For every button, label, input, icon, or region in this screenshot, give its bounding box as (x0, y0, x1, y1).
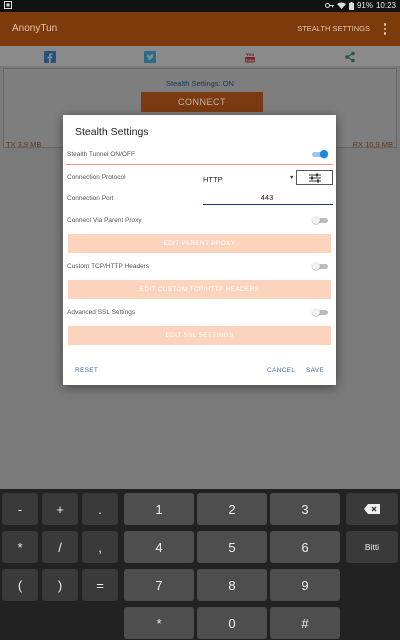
key-slash[interactable]: / (42, 531, 78, 563)
key-close-paren[interactable]: ) (42, 569, 78, 601)
key-star[interactable]: * (124, 607, 194, 639)
dialog-title: Stealth Settings (75, 126, 149, 138)
battery-level: 91% (356, 1, 373, 10)
notification-icon (4, 1, 12, 11)
custom-headers-label: Custom TCP/HTTP Headers (67, 263, 150, 270)
numeric-keypad: - + . 1 2 3 * / , 4 5 6 Bitti ( ) = 7 8 … (0, 489, 400, 640)
stealth-tunnel-label: Stealth Tunnel ON/OFF (67, 151, 135, 158)
key-plus[interactable]: + (42, 493, 78, 525)
svg-text:You: You (246, 52, 254, 57)
key-3[interactable]: 3 (270, 493, 340, 525)
parent-proxy-switch[interactable] (312, 216, 328, 224)
stealth-tunnel-divider (66, 164, 333, 165)
rx-counter: RX 10,9 MB (352, 140, 393, 149)
facebook-icon[interactable] (44, 50, 56, 63)
backspace-icon (364, 504, 380, 514)
key-equals[interactable]: = (82, 569, 118, 601)
overflow-menu-icon[interactable] (380, 22, 390, 36)
port-input-underline (203, 204, 333, 205)
advanced-ssl-switch[interactable] (312, 308, 328, 316)
youtube-icon[interactable]: You Tube (244, 50, 256, 63)
app-title: AnonyTun (12, 23, 58, 34)
key-asterisk[interactable]: * (2, 531, 38, 563)
edit-custom-headers-button[interactable]: EDIT CUSTOM TCP/HTTP HEADERS (68, 280, 331, 299)
key-icon (324, 2, 334, 9)
custom-headers-switch[interactable] (312, 262, 328, 270)
social-bar: You Tube (0, 46, 400, 66)
key-7[interactable]: 7 (124, 569, 194, 601)
stealth-settings-dialog: Stealth Settings Stealth Tunnel ON/OFF C… (63, 115, 336, 385)
key-5[interactable]: 5 (197, 531, 267, 563)
connect-button[interactable]: CONNECT (141, 92, 263, 112)
stealth-settings-action[interactable]: STEALTH SETTINGS (297, 24, 370, 33)
clock: 10:23 (375, 1, 396, 10)
key-9[interactable]: 9 (270, 569, 340, 601)
edit-ssl-settings-button[interactable]: EDIT SSL SETTINGS (68, 326, 331, 345)
share-icon[interactable] (344, 50, 356, 63)
sliders-icon (309, 173, 321, 183)
battery-icon (348, 1, 354, 10)
advanced-ssl-label: Advanced SSL Settings (67, 309, 136, 316)
key-comma[interactable]: , (82, 531, 118, 563)
tx-counter: TX 3,9 MB (6, 140, 42, 149)
stealth-status-text: Stealth Settings: ON (166, 79, 234, 88)
key-minus[interactable]: - (2, 493, 38, 525)
parent-proxy-label: Connect Via Parent Proxy (67, 217, 142, 224)
key-open-paren[interactable]: ( (2, 569, 38, 601)
protocol-settings-button[interactable] (296, 170, 333, 185)
port-input[interactable]: 443 (203, 193, 331, 202)
save-button[interactable]: SAVE (306, 367, 324, 374)
wifi-icon (336, 2, 346, 9)
app-bar: AnonyTun STEALTH SETTINGS (0, 12, 400, 46)
port-label: Connection Port (67, 195, 114, 202)
done-key[interactable]: Bitti (346, 531, 398, 563)
status-bar: 91% 10:23 (0, 0, 400, 12)
backspace-key[interactable] (346, 493, 398, 525)
key-8[interactable]: 8 (197, 569, 267, 601)
stealth-tunnel-switch[interactable] (312, 150, 328, 158)
protocol-label: Connection Protocol (67, 174, 126, 181)
key-6[interactable]: 6 (270, 531, 340, 563)
protocol-select[interactable]: HTTP (203, 175, 223, 184)
key-period[interactable]: . (82, 493, 118, 525)
key-0[interactable]: 0 (197, 607, 267, 639)
key-1[interactable]: 1 (124, 493, 194, 525)
key-4[interactable]: 4 (124, 531, 194, 563)
cancel-button[interactable]: CANCEL (267, 367, 295, 374)
dropdown-caret-icon[interactable]: ▼ (289, 175, 294, 181)
edit-parent-proxy-button[interactable]: EDIT PARENT PROXY (68, 234, 331, 253)
key-2[interactable]: 2 (197, 493, 267, 525)
svg-text:Tube: Tube (245, 57, 255, 62)
twitter-icon[interactable] (144, 50, 156, 63)
key-hash[interactable]: # (270, 607, 340, 639)
reset-button[interactable]: RESET (75, 367, 98, 374)
